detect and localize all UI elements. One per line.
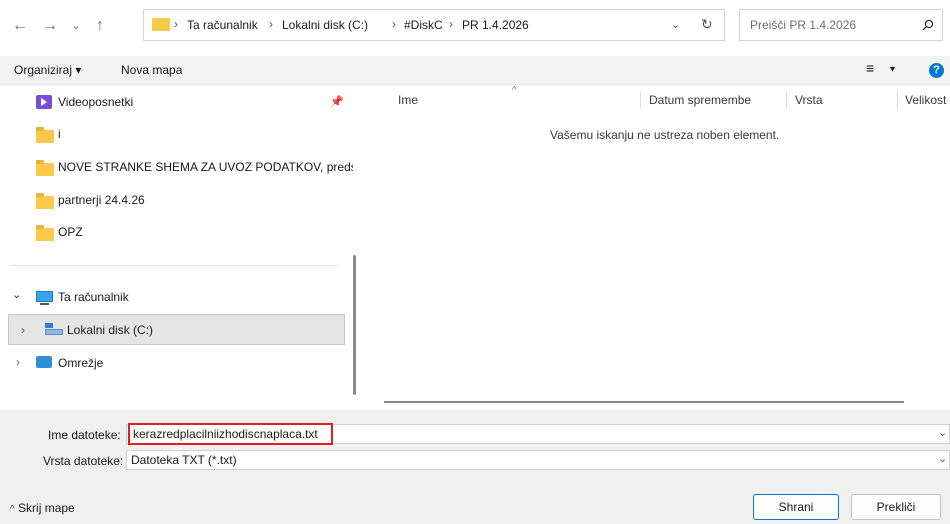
- column-divider[interactable]: [786, 91, 787, 109]
- new-folder-button[interactable]: Nova mapa: [121, 63, 182, 77]
- column-header-size[interactable]: Velikost: [905, 93, 946, 107]
- hide-folders-label: Skrij mape: [18, 501, 75, 515]
- folder-icon: [36, 160, 54, 176]
- toolbar: Organiziraj ▾ Nova mapa ≡ ▾ ?: [0, 56, 950, 85]
- filename-label: Ime datoteke:: [48, 428, 121, 442]
- breadcrumb-separator-icon: ›: [449, 17, 453, 31]
- address-bar[interactable]: › Ta računalnik › Lokalni disk (C:) › #D…: [143, 9, 725, 41]
- nav-item-this-pc[interactable]: ⌄ Ta računalnik: [8, 281, 345, 313]
- organize-button[interactable]: Organiziraj ▾: [14, 63, 81, 77]
- filetype-value: Datoteka TXT (*.txt): [131, 453, 237, 467]
- expanded-chevron-icon[interactable]: ⌄: [12, 288, 21, 301]
- pin-icon[interactable]: 📌: [330, 95, 344, 108]
- column-divider[interactable]: [640, 91, 641, 109]
- nav-item-label: OPZ: [58, 225, 83, 239]
- folder-icon: [36, 193, 54, 209]
- address-row: ← → ⌄ ↑ › Ta računalnik › Lokalni disk (…: [0, 0, 950, 56]
- column-header-name[interactable]: Ime: [398, 93, 418, 107]
- view-dropdown-chevron-icon[interactable]: ▾: [890, 64, 895, 75]
- nav-item-folder[interactable]: partnerji 24.4.26: [8, 184, 345, 216]
- empty-message: Vašemu iskanju ne ustreza noben element.: [550, 128, 780, 142]
- folder-icon: [36, 225, 54, 241]
- nav-item-folder[interactable]: i: [8, 118, 345, 150]
- navigation-pane: Videoposnetki 📌 i NOVE STRANKE SHEMA ZA …: [0, 85, 360, 410]
- refresh-icon[interactable]: ↻: [701, 16, 713, 33]
- nav-item-folder[interactable]: NOVE STRANKE SHEMA ZA UVOZ PODATKOV, pre…: [8, 151, 353, 183]
- column-divider[interactable]: [897, 91, 898, 109]
- drive-icon: [45, 323, 63, 335]
- search-placeholder: Preišči PR 1.4.2026: [750, 18, 857, 32]
- sort-chevron-icon: ^: [512, 85, 517, 96]
- hide-folders-button[interactable]: ^ Skrij mape: [10, 501, 75, 515]
- nav-item-videos[interactable]: Videoposnetki 📌: [8, 86, 345, 118]
- help-icon[interactable]: ?: [929, 63, 944, 78]
- chevron-up-icon: ^: [10, 504, 15, 515]
- cancel-button[interactable]: Prekliči: [851, 494, 941, 520]
- computer-stand: [40, 303, 49, 305]
- breadcrumb-diskc[interactable]: #DiskC: [404, 18, 443, 32]
- back-arrow-icon[interactable]: ←: [8, 14, 32, 38]
- computer-icon: [36, 291, 53, 302]
- column-header-type[interactable]: Vrsta: [795, 93, 823, 107]
- address-dropdown-chevron-icon[interactable]: ⌄: [671, 18, 680, 31]
- nav-item-label: Lokalni disk (C:): [67, 323, 154, 337]
- breadcrumb-separator-icon: ›: [392, 17, 396, 31]
- breadcrumb-current-folder[interactable]: PR 1.4.2026: [462, 18, 529, 32]
- organize-label: Organiziraj: [14, 63, 73, 77]
- nav-item-folder[interactable]: OPZ: [8, 216, 345, 248]
- nav-item-label: Omrežje: [58, 356, 104, 370]
- filetype-dropdown-chevron-icon[interactable]: ⌄: [938, 452, 947, 465]
- horizontal-scrollbar[interactable]: [384, 401, 904, 403]
- save-button[interactable]: Shrani: [753, 494, 839, 520]
- filetype-select[interactable]: Datoteka TXT (*.txt): [126, 450, 950, 470]
- divider: [10, 265, 337, 266]
- size-column-clip: Velikost: [905, 85, 950, 115]
- breadcrumb-local-disk[interactable]: Lokalni disk (C:): [282, 18, 368, 32]
- nav-item-label: partnerji 24.4.26: [58, 193, 145, 207]
- videos-icon: [36, 95, 52, 109]
- filetype-label: Vrsta datoteke:: [43, 454, 124, 468]
- column-header-date[interactable]: Datum spremembe: [649, 93, 751, 107]
- search-input[interactable]: Preišči PR 1.4.2026: [739, 9, 943, 41]
- filename-value: kerazredplacilniizhodiscnaplaca.txt: [133, 427, 318, 441]
- folder-icon: [36, 127, 54, 143]
- nav-scrollbar[interactable]: [353, 255, 356, 395]
- collapsed-chevron-icon[interactable]: ›: [21, 323, 25, 337]
- collapsed-chevron-icon[interactable]: ›: [16, 355, 20, 369]
- up-arrow-icon[interactable]: ↑: [88, 14, 112, 38]
- nav-item-label: i: [58, 127, 61, 141]
- breadcrumb-this-pc[interactable]: Ta računalnik: [187, 18, 258, 32]
- filename-dropdown-chevron-icon[interactable]: ⌄: [938, 426, 947, 439]
- filename-input[interactable]: kerazredplacilniizhodiscnaplaca.txt: [128, 423, 333, 445]
- breadcrumb-separator-icon: ›: [269, 17, 273, 31]
- network-icon: [36, 356, 52, 368]
- recent-locations-chevron-icon[interactable]: ⌄: [64, 14, 88, 38]
- file-list: ^ Ime Datum spremembe Vrsta Velikost Vaš…: [366, 85, 950, 410]
- save-dialog-footer: Ime datoteke: kerazredplacilniizhodiscna…: [0, 410, 950, 524]
- search-icon[interactable]: [922, 19, 934, 31]
- nav-item-label: Ta računalnik: [58, 290, 129, 304]
- view-options-icon[interactable]: ≡: [866, 60, 874, 76]
- nav-item-label: NOVE STRANKE SHEMA ZA UVOZ PODATKOV, pre…: [58, 160, 353, 174]
- forward-arrow-icon[interactable]: →: [38, 14, 62, 38]
- folder-icon: [152, 18, 170, 31]
- nav-item-label: Videoposnetki: [58, 95, 134, 109]
- nav-item-network[interactable]: › Omrežje: [8, 347, 345, 379]
- breadcrumb-separator-icon: ›: [174, 17, 178, 31]
- nav-item-local-disk[interactable]: › Lokalni disk (C:): [8, 314, 345, 345]
